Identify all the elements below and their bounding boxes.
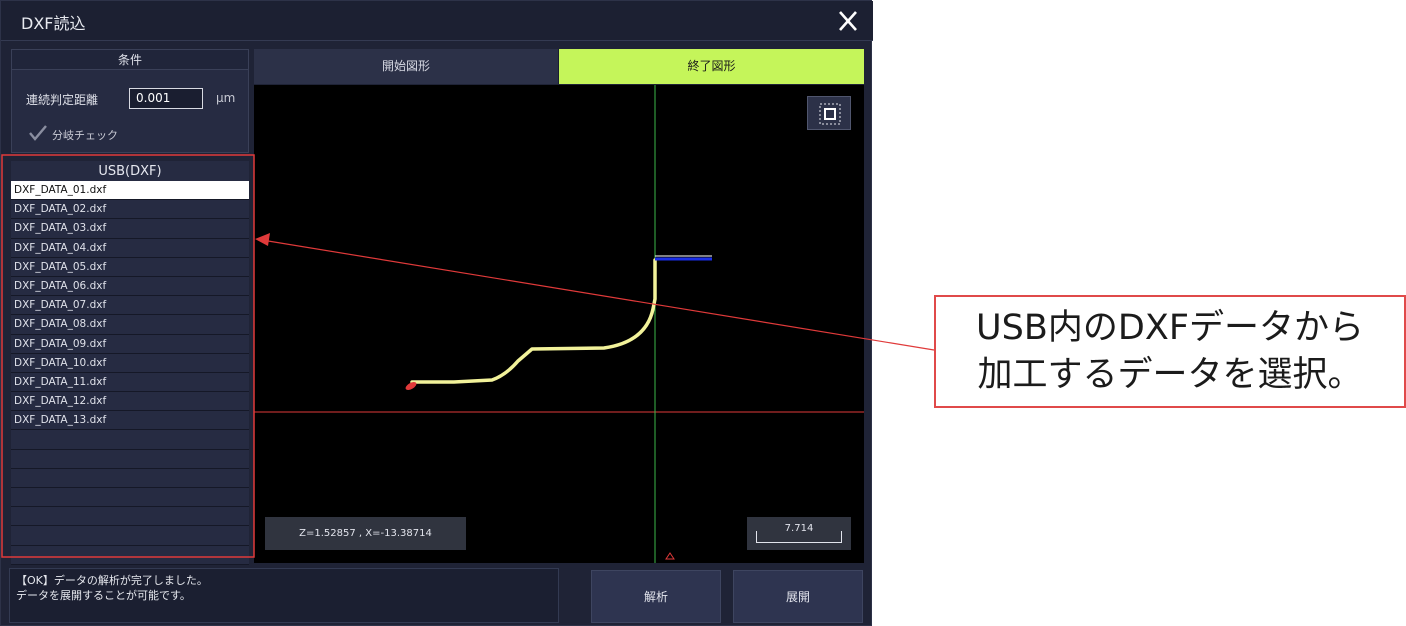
file-list-item[interactable]: DXF_DATA_05.dxf [11,257,249,277]
branch-check-label: 分岐チェック [52,129,118,142]
file-list-empty-row [11,526,249,546]
expand-button[interactable]: 展開 [733,570,863,623]
file-list-empty-row [11,488,249,508]
distance-input[interactable]: 0.001 [129,88,203,109]
title-bar: DXF読込 [1,1,873,41]
preview-drawing [254,85,864,563]
dxf-import-dialog: DXF読込 条件 連続判定距離 0.001 μm 分岐チェック USB(DXF)… [0,0,873,626]
branch-checkbox[interactable] [28,124,48,142]
file-list-empty-row [11,449,249,469]
file-list-item[interactable]: DXF_DATA_02.dxf [11,200,249,220]
file-list-empty-row [11,507,249,527]
tab-end-shape[interactable]: 終了図形 [559,49,864,84]
usb-heading: USB(DXF) [98,164,162,179]
conditions-heading: 条件 [12,50,248,70]
file-list-item[interactable]: DXF_DATA_10.dxf [11,353,249,373]
tab-start-shape[interactable]: 開始図形 [254,49,559,84]
close-icon [839,11,857,31]
analyze-button[interactable]: 解析 [591,570,721,623]
fit-view-button[interactable] [807,96,851,130]
checkmark-icon [29,125,47,141]
file-list-empty-row [11,430,249,450]
file-list-item[interactable]: DXF_DATA_08.dxf [11,315,249,335]
file-list-item[interactable]: DXF_DATA_04.dxf [11,238,249,258]
fit-view-icon [819,103,841,125]
file-list-item[interactable]: DXF_DATA_07.dxf [11,296,249,316]
conditions-panel: 条件 連続判定距離 0.001 μm 分岐チェック [11,49,249,153]
distance-label: 連続判定距離 [26,93,99,107]
file-list-item[interactable]: DXF_DATA_11.dxf [11,372,249,393]
file-list-item[interactable]: DXF_DATA_13.dxf [11,411,249,431]
machining-path [410,258,657,384]
status-line-1: 【OK】データの解析が完了しました。 [16,574,208,587]
distance-unit: μm [216,91,236,105]
file-list-item[interactable]: DXF_DATA_12.dxf [11,392,249,412]
file-list-empty-row [11,468,249,488]
annotation-line-2: 加工するデータを選択。 [977,355,1363,395]
status-message: 【OK】データの解析が完了しました。 データを展開することが可能です。 [9,568,559,623]
scale-indicator: 7.714 [747,517,851,550]
file-list-item[interactable]: DXF_DATA_03.dxf [11,219,249,239]
file-list-item[interactable]: DXF_DATA_09.dxf [11,334,249,354]
file-list-item[interactable]: DXF_DATA_06.dxf [11,276,249,297]
usb-file-panel: USB(DXF) DXF_DATA_01.dxf DXF_DATA_02.dxf D… [11,161,249,565]
file-list: DXF_DATA_01.dxf DXF_DATA_02.dxf DXF_DATA_0… [11,181,249,565]
dialog-title: DXF読込 [21,14,86,33]
annotation-line-1: USB内のDXFデータから [976,308,1364,348]
scale-bar [756,531,842,543]
status-line-2: データを展開することが可能です。 [16,589,191,602]
close-button[interactable] [831,5,865,37]
coordinate-readout: Z=1.52857 , X=-13.38714 [265,517,466,550]
file-list-empty-row [11,545,249,565]
file-list-item[interactable]: DXF_DATA_01.dxf [11,181,249,201]
annotation-callout: USB内のDXFデータから 加工するデータを選択。 [934,295,1406,408]
dxf-preview-canvas[interactable] [254,85,864,563]
origin-marker [665,552,675,560]
